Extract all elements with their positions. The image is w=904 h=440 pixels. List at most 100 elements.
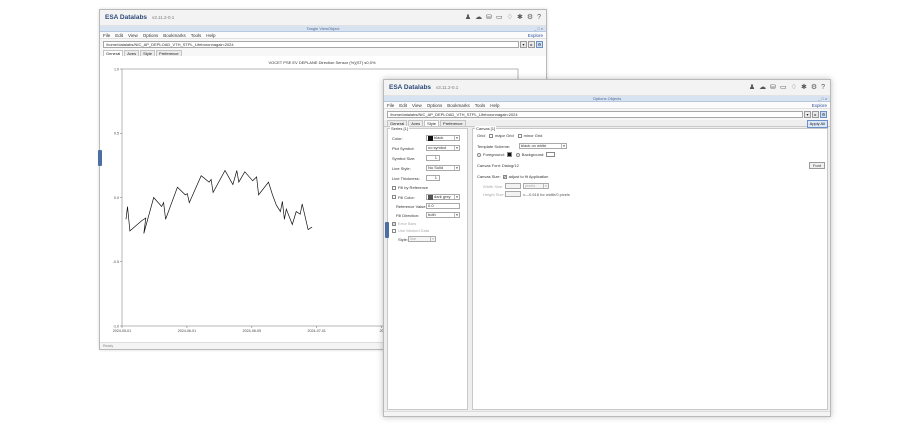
line-thickness-stepper[interactable]: 1	[426, 175, 440, 181]
share-icon[interactable]: ✱	[517, 14, 523, 21]
fill-reference-checkbox[interactable]	[392, 185, 396, 190]
dropdown-icon[interactable]: ▾	[804, 111, 811, 118]
height-input[interactable]	[505, 191, 521, 197]
fill-color-row: Fill Color: dark grey ▾	[392, 194, 460, 200]
settings-icon[interactable]: ⚙	[811, 84, 817, 91]
apply-all-button[interactable]: Apply All	[806, 120, 828, 128]
menu-help[interactable]: Help	[490, 103, 499, 108]
menu-bar: File Edit View Options Bookmarks Tools H…	[100, 32, 546, 39]
app-bar: ESA Datalabs v3.11.2-0.1 ♟ ☁ ⛁ ▭ ♢ ✱ ⚙ ?	[384, 80, 830, 96]
x-tick-label: 2024-06-01	[178, 329, 196, 333]
colors-row: Foreground: Background:	[477, 152, 556, 157]
app-bar: ESA Datalabs v3.11.2-0.1 ♟ ☁ ⛁ ▭ ♢ ✱ ⚙ ?	[100, 10, 546, 26]
menu-explore[interactable]: Explore	[812, 103, 827, 108]
reference-value-label: Reference Value:	[396, 203, 427, 209]
scheme-label: Template Scheme:	[477, 143, 511, 149]
menu-explore[interactable]: Explore	[528, 33, 543, 38]
forward-icon[interactable]: ▸	[528, 41, 535, 48]
y-tick-label: -0.5	[113, 260, 119, 264]
color-label: Color:	[392, 135, 403, 141]
foreground-swatch[interactable]	[506, 152, 512, 157]
menu-options[interactable]: Options	[143, 33, 159, 38]
settings-icon[interactable]: ⚙	[527, 14, 533, 21]
marked-data-checkbox[interactable]	[392, 228, 396, 233]
gear-icon[interactable]: ⚙	[820, 111, 827, 118]
menu-tools[interactable]: Tools	[191, 33, 202, 38]
side-handle-icon[interactable]	[98, 150, 102, 166]
symbol-size-stepper[interactable]: 1	[426, 155, 440, 161]
tab-axes[interactable]: Axes	[408, 120, 424, 126]
width-input[interactable]	[505, 183, 521, 189]
people-icon[interactable]: ♟	[465, 14, 471, 21]
fill-color-checkbox[interactable]	[392, 195, 396, 199]
window-titlebar[interactable]: Tangle ViewObject _ □ x	[100, 26, 546, 32]
reference-value-input[interactable]: 0.0	[426, 203, 460, 209]
notification-icon[interactable]: ♢	[791, 84, 797, 91]
menu-options[interactable]: Options	[427, 103, 443, 108]
dropdown-icon[interactable]: ▾	[520, 41, 527, 48]
style-value: line	[410, 236, 417, 241]
cloud-icon[interactable]: ☁	[475, 14, 482, 21]
major-grid-checkbox[interactable]	[489, 133, 493, 138]
share-icon[interactable]: ✱	[801, 84, 807, 91]
people-icon[interactable]: ♟	[749, 84, 755, 91]
font-button[interactable]: Font	[808, 162, 825, 169]
width-label: Width Size:	[483, 183, 504, 189]
adjust-fit-checkbox[interactable]: ✓	[502, 174, 507, 179]
series-group-title: Series [1]	[390, 126, 409, 131]
cloud-icon[interactable]: ☁	[759, 84, 766, 91]
scheme-select[interactable]: black on white ▾	[519, 143, 567, 149]
storage-icon[interactable]: ⛁	[486, 14, 492, 21]
fill-color-value: dark grey	[434, 194, 451, 199]
menu-view[interactable]: View	[128, 33, 138, 38]
menu-view[interactable]: View	[412, 103, 422, 108]
window-titlebar[interactable]: Options Objects _ □ x	[384, 96, 830, 102]
scheme-value: black on white	[521, 143, 547, 148]
line-style-select[interactable]: No Solid ▾	[426, 165, 460, 171]
menu-bookmarks[interactable]: Bookmarks	[447, 103, 470, 108]
style-row: Style: line ▾	[398, 236, 436, 242]
tab-style[interactable]: Style	[424, 120, 440, 126]
gear-icon[interactable]: ⚙	[536, 41, 543, 48]
storage-icon[interactable]: ⛁	[770, 84, 776, 91]
notification-icon[interactable]: ♢	[507, 14, 513, 21]
menu-help[interactable]: Help	[206, 33, 215, 38]
color-select[interactable]: black ▾	[426, 135, 460, 141]
help-icon[interactable]: ?	[537, 14, 541, 21]
fill-direction-value: both	[428, 212, 436, 217]
foreground-radio[interactable]	[477, 152, 481, 157]
side-handle-icon[interactable]	[385, 222, 389, 238]
path-input[interactable]: /home/datalabs/NIC_AP_DEPLOAD_VTH_STPL_L…	[103, 41, 519, 48]
menu-file[interactable]: File	[387, 103, 394, 108]
menu-tools[interactable]: Tools	[475, 103, 486, 108]
chevron-down-icon: ▾	[543, 184, 548, 188]
style-select[interactable]: line ▾	[408, 236, 436, 242]
line-thickness-row: Line Thickness: 1	[392, 175, 440, 181]
window-controls[interactable]: _ □ x	[818, 96, 827, 102]
scheme-row: Template Scheme: black on white ▾	[477, 143, 567, 149]
window-title: Tangle ViewObject	[306, 26, 340, 31]
error-bars-checkbox[interactable]: ✓	[392, 221, 396, 226]
minor-grid-checkbox[interactable]	[517, 133, 522, 138]
menu-bookmarks[interactable]: Bookmarks	[163, 33, 186, 38]
tab-bar: General Axes Style Preference Apply All	[384, 120, 830, 128]
line-style-label: Line Style:	[392, 165, 411, 171]
fill-color-select[interactable]: dark grey ▾	[426, 194, 460, 200]
menu-file[interactable]: File	[103, 33, 110, 38]
background-radio[interactable]	[515, 152, 520, 157]
help-icon[interactable]: ?	[821, 84, 825, 91]
folder-icon[interactable]: ▭	[780, 84, 787, 91]
width-unit-select[interactable]: pixels ▾	[523, 183, 549, 189]
fill-direction-select[interactable]: both ▾	[426, 212, 460, 218]
forward-icon[interactable]: ▸	[812, 111, 819, 118]
plot-symbol-select[interactable]: no symbol ▾	[426, 145, 460, 151]
tab-preference[interactable]: Preference	[440, 120, 466, 126]
menu-edit[interactable]: Edit	[115, 33, 123, 38]
menu-edit[interactable]: Edit	[399, 103, 407, 108]
window-controls[interactable]: _ □ x	[534, 26, 543, 32]
color-swatch	[428, 135, 433, 141]
path-input[interactable]: /home/datalabs/NIC_AP_DEPLOAD_VTH_STPL_L…	[387, 111, 803, 118]
background-swatch[interactable]	[546, 152, 556, 157]
marked-data-row: Use Marked Data	[392, 228, 429, 233]
folder-icon[interactable]: ▭	[496, 14, 503, 21]
